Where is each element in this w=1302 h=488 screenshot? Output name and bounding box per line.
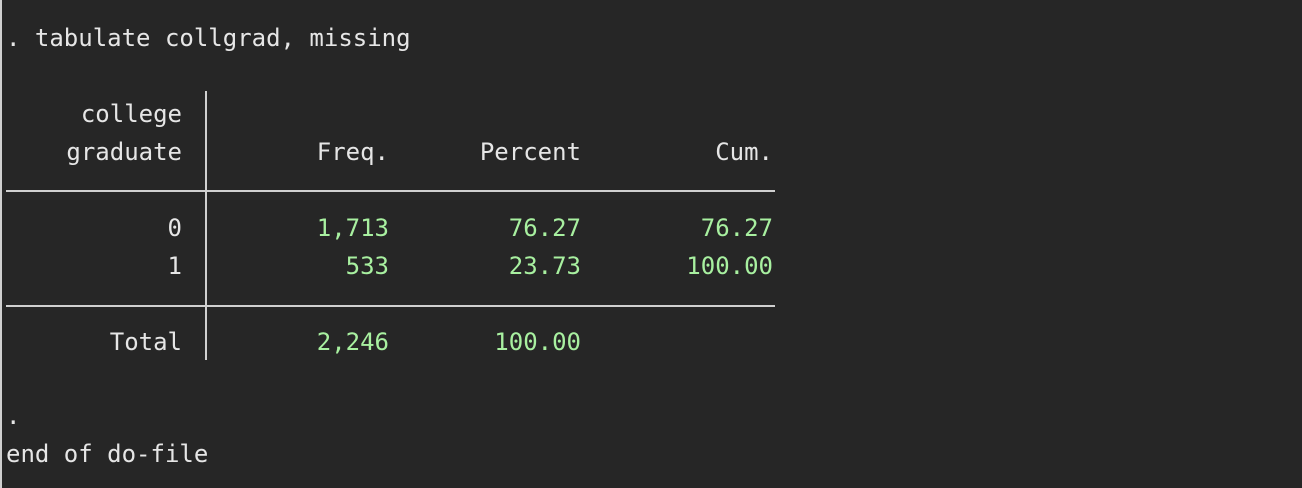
command-prompt: . [6, 402, 21, 430]
header-freq: Freq. [316, 138, 389, 166]
total-label: Total [109, 328, 182, 356]
table-row-cum: 100.00 [686, 252, 773, 280]
table-row-percent: 76.27 [508, 214, 581, 242]
results-window: . tabulate collgrad, missing college gra… [0, 0, 1302, 488]
window-left-border [0, 0, 2, 488]
table-row-label: 1 [167, 252, 182, 280]
header-percent: Percent [479, 138, 581, 166]
variable-label-line2: graduate [66, 138, 182, 166]
header-separator [6, 190, 775, 192]
table-row-freq: 1,713 [316, 214, 389, 242]
table-row-cum: 76.27 [700, 214, 773, 242]
table-row-label: 0 [167, 214, 182, 242]
header-cum: Cum. [715, 138, 773, 166]
total-percent: 100.00 [494, 328, 581, 356]
command-echo: . tabulate collgrad, missing [6, 24, 411, 52]
table-row-freq: 533 [345, 252, 389, 280]
variable-label-line1: college [80, 100, 182, 128]
total-separator [6, 305, 775, 307]
table-row-percent: 23.73 [508, 252, 581, 280]
end-of-do-file-message: end of do-file [6, 440, 209, 468]
total-freq: 2,246 [316, 328, 389, 356]
table-vertical-rule [205, 91, 207, 360]
